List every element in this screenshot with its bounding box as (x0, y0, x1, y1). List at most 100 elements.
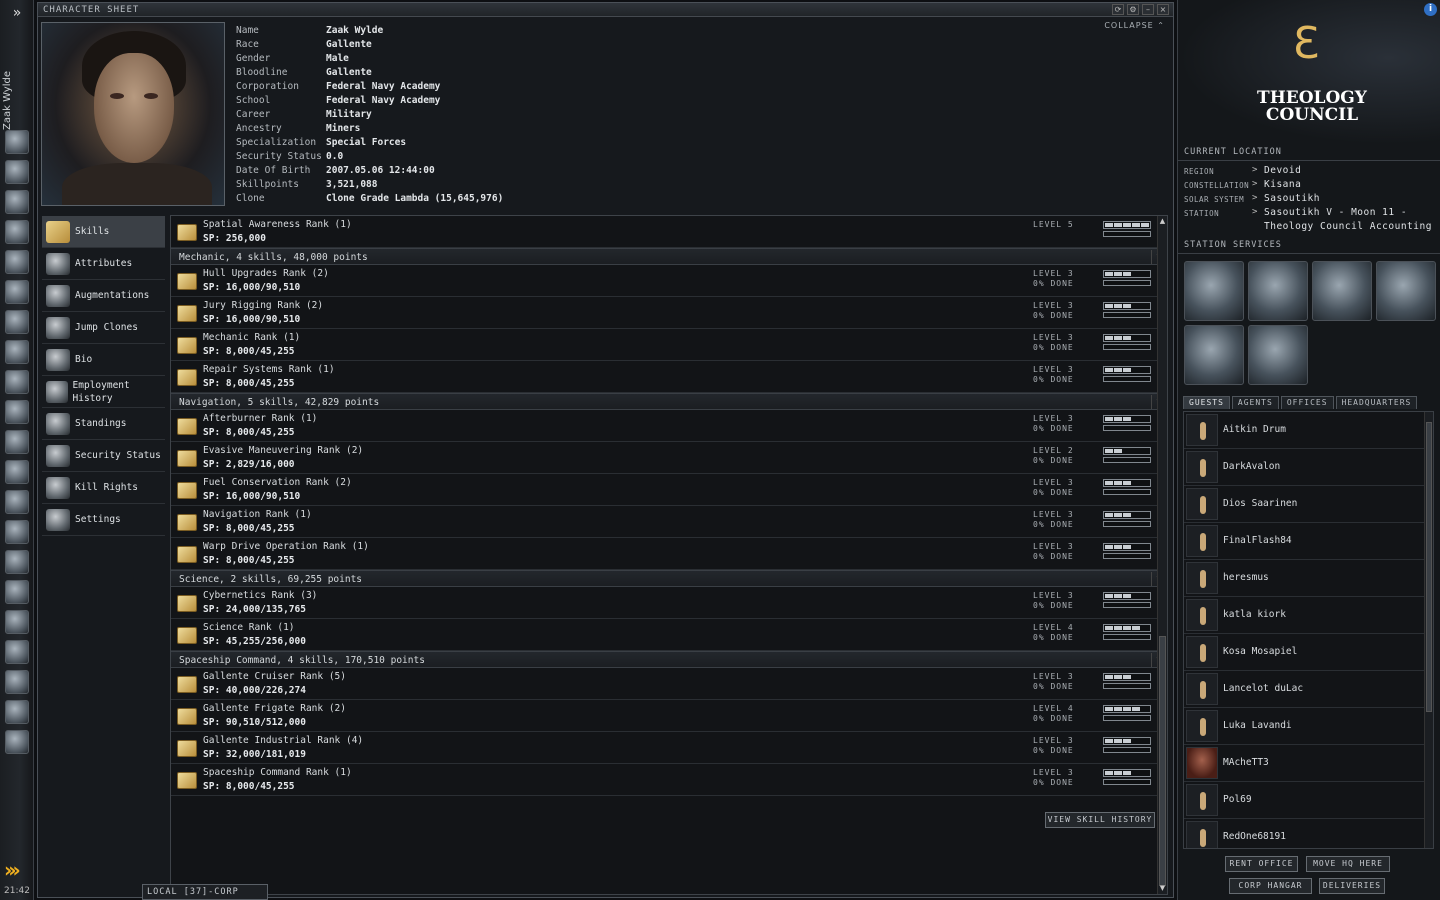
nav-item-attributes[interactable]: Attributes (42, 248, 165, 280)
notepad-neocom-icon[interactable] (5, 220, 29, 244)
market-service-icon[interactable] (1312, 261, 1372, 321)
settings-icon[interactable]: ⚙ (1127, 4, 1139, 15)
skill-row[interactable]: Repair Systems Rank (1) SP: 8,000/45,255 L… (171, 361, 1167, 393)
starmap-neocom-icon[interactable] (5, 430, 29, 454)
nav-item-skills[interactable]: Skills (42, 216, 165, 248)
move-hq-button[interactable]: MOVE HQ HERE (1306, 856, 1390, 872)
guest-row[interactable]: DarkAvalon (1184, 449, 1433, 486)
neocom-chevron-icon[interactable]: ››› (4, 858, 21, 882)
guest-row[interactable]: Pol69 (1184, 782, 1433, 819)
guest-row[interactable]: Kosa Mosapiel (1184, 634, 1433, 671)
people-places-neocom-icon[interactable] (5, 160, 29, 184)
guest-row[interactable]: Luka Lavandi (1184, 708, 1433, 745)
nav-item-standings[interactable]: Standings (42, 408, 165, 440)
journal-neocom-icon[interactable] (5, 370, 29, 394)
corporation-neocom-icon[interactable] (5, 250, 29, 274)
local-chat-tab[interactable]: LOCAL [37]-CORP [724] (142, 884, 268, 900)
skill-row[interactable]: Spaceship Command Rank (1) SP: 8,000/45,2… (171, 764, 1167, 796)
ship-neocom-icon[interactable] (5, 700, 29, 724)
guest-row[interactable]: Aitkin Drum (1184, 412, 1433, 449)
minimize-icon[interactable]: – (1142, 4, 1154, 15)
skill-group-header[interactable]: Spaceship Command, 4 skills, 170,510 poi… (171, 651, 1167, 668)
location-value[interactable]: Theology Council Accounting (1264, 221, 1432, 235)
corp-hangar-button[interactable]: CORP HANGAR (1229, 878, 1312, 894)
guests-scrollbar[interactable] (1424, 412, 1433, 848)
nav-item-jump-clones[interactable]: Jump Clones (42, 312, 165, 344)
tutorial-neocom-icon[interactable] (5, 520, 29, 544)
rent-office-button[interactable]: RENT OFFICE (1225, 856, 1298, 872)
tab-guests[interactable]: GUESTS (1183, 396, 1230, 409)
skill-row[interactable]: Fuel Conservation Rank (2) SP: 16,000/90,… (171, 474, 1167, 506)
fitting-service-icon[interactable] (1376, 261, 1436, 321)
skill-row[interactable]: Navigation Rank (1) SP: 8,000/45,255 LEVEL… (171, 506, 1167, 538)
skill-group-header[interactable]: Navigation, 5 skills, 42,829 points⌃ (171, 393, 1167, 410)
skill-row[interactable]: Afterburner Rank (1) SP: 8,000/45,255 LEVE… (171, 410, 1167, 442)
nav-item-security-status[interactable]: Security Status (42, 440, 165, 472)
guest-row[interactable]: Dios Saarinen (1184, 486, 1433, 523)
neocom-character-name[interactable]: Zaak Wylde (2, 70, 22, 130)
nav-item-kill-rights[interactable]: Kill Rights (42, 472, 165, 504)
calculator-neocom-icon[interactable] (5, 460, 29, 484)
skills-scrollbar[interactable]: ▲ ▼ (1157, 216, 1167, 894)
tab-agents[interactable]: AGENTS (1231, 396, 1279, 409)
deliveries-button[interactable]: DELIVERIES (1319, 878, 1385, 894)
scroll-down-icon[interactable]: ▼ (1158, 884, 1167, 893)
nav-item-employment-history[interactable]: Employment History (42, 376, 165, 408)
guest-row[interactable]: katla kiork (1184, 597, 1433, 634)
mail-neocom-icon[interactable] (5, 190, 29, 214)
close-icon[interactable]: × (1157, 4, 1169, 15)
map-neocom-icon[interactable] (5, 400, 29, 424)
skill-row[interactable]: Cybernetics Rank (3) SP: 24,000/135,765 LE… (171, 587, 1167, 619)
nav-item-settings[interactable]: Settings (42, 504, 165, 536)
skill-row[interactable]: Gallente Frigate Rank (2) SP: 90,510/512,… (171, 700, 1167, 732)
tab-headquarters[interactable]: HEADQUARTERS (1335, 396, 1418, 409)
info-neocom-icon[interactable] (5, 640, 29, 664)
insurance-service-icon[interactable] (1184, 325, 1244, 385)
info-icon[interactable]: i (1424, 3, 1437, 16)
skill-row[interactable]: Spatial Awareness Rank (1) SP: 256,000 LEV… (171, 216, 1167, 248)
market-neocom-icon[interactable] (5, 550, 29, 574)
skill-group-header[interactable]: Science, 2 skills, 69,255 points⌃ (171, 570, 1167, 587)
character-sheet-neocom-icon[interactable] (5, 130, 29, 154)
location-value[interactable]: Sasoutikh V - Moon 11 - (1264, 207, 1407, 221)
scroll-thumb[interactable] (1159, 636, 1166, 886)
location-value[interactable]: Devoid (1264, 165, 1301, 179)
nav-item-augmentations[interactable]: Augmentations (42, 280, 165, 312)
character-portrait[interactable] (41, 22, 225, 206)
fitting-neocom-icon[interactable] (5, 310, 29, 334)
window-titlebar[interactable]: CHARACTER SHEET ⟳ ⚙ – × (38, 3, 1173, 17)
pin-icon[interactable]: ⟳ (1112, 4, 1124, 15)
skill-row[interactable]: Science Rank (1) SP: 45,255/256,000 LEVEL … (171, 619, 1167, 651)
location-value[interactable]: Kisana (1264, 179, 1301, 193)
skills-neocom-icon[interactable] (5, 280, 29, 304)
location-value[interactable]: Sasoutikh (1264, 193, 1320, 207)
assets-neocom-icon[interactable] (5, 340, 29, 364)
skill-row[interactable]: Warp Drive Operation Rank (1) SP: 8,000/4… (171, 538, 1167, 570)
drones-neocom-icon[interactable] (5, 730, 29, 754)
reprocessing-plant-service-icon[interactable] (1248, 261, 1308, 321)
nav-item-bio[interactable]: Bio (42, 344, 165, 376)
expand-neocom-button[interactable]: » (0, 0, 34, 26)
help-neocom-icon[interactable] (5, 490, 29, 514)
skill-row[interactable]: Gallente Industrial Rank (4) SP: 32,000/1… (171, 732, 1167, 764)
tab-offices[interactable]: OFFICES (1280, 396, 1334, 409)
portrait-neocom-icon[interactable] (5, 670, 29, 694)
skill-row[interactable]: Mechanic Rank (1) SP: 8,000/45,255 LEVEL 3… (171, 329, 1167, 361)
contracts-neocom-icon[interactable] (5, 580, 29, 604)
skill-row[interactable]: Gallente Cruiser Rank (5) SP: 40,000/226,… (171, 668, 1167, 700)
skill-row[interactable]: Jury Rigging Rank (2) SP: 16,000/90,510 LE… (171, 297, 1167, 329)
guest-row[interactable]: Lancelot duLac (1184, 671, 1433, 708)
ship-hangar-service-icon[interactable] (1248, 325, 1308, 385)
skill-row[interactable]: Hull Upgrades Rank (2) SP: 16,000/90,510 L… (171, 265, 1167, 297)
skill-row[interactable]: Evasive Maneuvering Rank (2) SP: 2,829/16… (171, 442, 1167, 474)
collapse-button[interactable]: COLLAPSE ⌃ (1104, 21, 1165, 30)
repair-shop-service-icon[interactable] (1184, 261, 1244, 321)
view-skill-history-button[interactable]: VIEW SKILL HISTORY (1045, 812, 1155, 828)
guest-row[interactable]: RedOne68191 (1184, 819, 1433, 848)
guests-scroll-thumb[interactable] (1426, 422, 1432, 712)
guest-row[interactable]: heresmus (1184, 560, 1433, 597)
skill-group-header[interactable]: Mechanic, 4 skills, 48,000 points⌃ (171, 248, 1167, 265)
guest-row[interactable]: FinalFlash84 (1184, 523, 1433, 560)
scroll-up-icon[interactable]: ▲ (1158, 217, 1167, 226)
science-industry-neocom-icon[interactable] (5, 610, 29, 634)
